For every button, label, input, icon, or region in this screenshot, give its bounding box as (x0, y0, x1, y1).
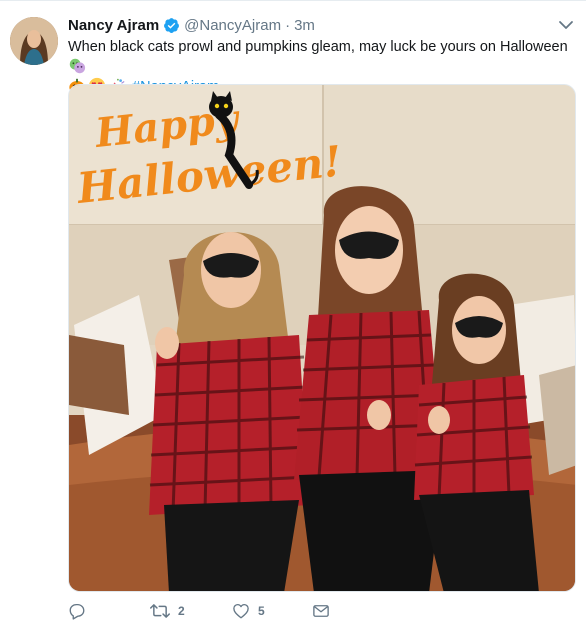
display-name[interactable]: Nancy Ajram (68, 17, 159, 34)
tweet-body: When black cats prowl and pumpkins gleam… (68, 39, 568, 55)
like-action[interactable]: 5 (232, 602, 265, 620)
retweet-icon[interactable] (150, 602, 170, 620)
chevron-down-icon[interactable] (556, 15, 576, 35)
timestamp[interactable]: 3m (294, 17, 315, 34)
verified-badge-icon (164, 17, 180, 33)
tweet-card[interactable]: Nancy Ajram @NancyAjram · 3m When black … (0, 0, 586, 623)
retweet-count: 2 (178, 604, 185, 618)
halloween-photo-image: Happy Halloween! (69, 85, 575, 591)
retweet-action[interactable]: 2 (150, 602, 185, 620)
avatar[interactable] (10, 17, 58, 65)
reply-icon[interactable] (68, 602, 86, 620)
envelope-icon[interactable] (312, 602, 330, 620)
user-handle[interactable]: @NancyAjram (184, 17, 281, 34)
separator-dot: · (285, 16, 291, 34)
direct-message-action[interactable] (312, 602, 330, 620)
tweet-photo[interactable]: Happy Halloween! (68, 84, 576, 592)
like-count: 5 (258, 604, 265, 618)
masks-emoji-icon (69, 58, 86, 74)
tweet-actions: 2 5 (68, 602, 576, 623)
reply-action[interactable] (68, 602, 94, 620)
heart-icon[interactable] (232, 602, 250, 620)
